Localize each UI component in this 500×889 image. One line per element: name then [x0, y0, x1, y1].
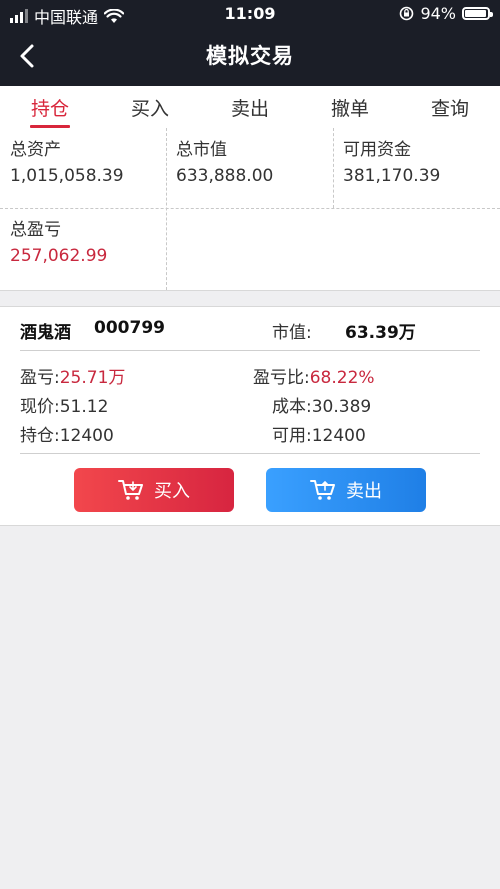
- available-row: 可用:12400: [272, 421, 366, 446]
- position-market-value-label: 市值:: [272, 323, 312, 343]
- cart-icon: [310, 480, 335, 500]
- sell-button-label: 卖出: [346, 481, 382, 502]
- stock-code: 000799: [94, 318, 165, 338]
- battery-level: [465, 10, 486, 17]
- cost-label: 成本:: [272, 397, 312, 417]
- holding-row: 持仓:12400: [20, 421, 114, 446]
- market-value-value: 633,888.00: [176, 166, 274, 186]
- price-value: 51.12: [59, 397, 109, 417]
- grid-divider: [166, 128, 167, 290]
- grid-divider: [0, 208, 500, 209]
- divider: [20, 453, 480, 454]
- tab-query[interactable]: 查询: [410, 94, 490, 121]
- status-bar: 中国联通 11:09 94%: [0, 0, 500, 28]
- pnl-value: 25.71万: [59, 368, 126, 388]
- total-pnl-cell: 总盈亏 257,062.99: [0, 208, 166, 290]
- available-funds-cell: 可用资金 381,170.39: [333, 128, 500, 208]
- status-right: 94%: [399, 4, 493, 23]
- buy-button[interactable]: 买入: [74, 468, 234, 512]
- tab-sell[interactable]: 卖出: [210, 94, 290, 121]
- account-summary: 总资产 1,015,058.39 总市值 633,888.00 可用资金 381…: [0, 128, 500, 291]
- pnl-ratio-row: 盈亏比:68.22%: [253, 363, 375, 388]
- total-pnl-label: 总盈亏: [10, 220, 61, 240]
- available-funds-value: 381,170.39: [343, 166, 441, 186]
- available-value: 12400: [311, 426, 366, 446]
- holding-value: 12400: [59, 426, 114, 446]
- tab-cancel[interactable]: 撤单: [310, 94, 390, 121]
- position-market-value: 63.39万: [345, 323, 416, 343]
- battery-icon: [462, 7, 493, 20]
- price-label: 现价:: [20, 397, 60, 417]
- total-assets-cell: 总资产 1,015,058.39: [0, 128, 166, 208]
- grid-divider: [333, 128, 334, 208]
- total-assets-label: 总资产: [10, 140, 61, 160]
- orientation-lock-icon: [400, 6, 414, 21]
- stock-name: 酒鬼酒: [20, 323, 71, 343]
- available-label: 可用:: [272, 426, 312, 446]
- pnl-ratio-label: 盈亏比:: [253, 368, 310, 388]
- holding-label: 持仓:: [20, 426, 60, 446]
- market-value-cell: 总市值 633,888.00: [166, 128, 333, 208]
- tab-holdings[interactable]: 持仓: [10, 94, 90, 121]
- cost-value: 30.389: [311, 397, 372, 417]
- pnl-ratio-value: 68.22%: [309, 368, 375, 388]
- page-title: 模拟交易: [206, 44, 294, 68]
- sell-button[interactable]: 卖出: [266, 468, 426, 512]
- buy-button-label: 买入: [154, 481, 190, 502]
- cost-row: 成本:30.389: [272, 392, 371, 417]
- tab-bar: 持仓 买入 卖出 撤单 查询: [0, 86, 500, 128]
- top-bar: 中国联通 11:09 94% 模拟交易: [0, 0, 500, 86]
- position-card[interactable]: 酒鬼酒 000799 市值: 63.39万 盈亏:25.71万 盈亏比:68.2…: [0, 306, 500, 526]
- pnl-row: 盈亏:25.71万: [20, 363, 125, 388]
- price-row: 现价:51.12: [20, 392, 108, 417]
- battery-percent: 94%: [420, 4, 456, 23]
- total-pnl-value: 257,062.99: [10, 246, 108, 266]
- market-value-label: 总市值: [176, 140, 227, 160]
- cart-icon: [118, 480, 143, 500]
- available-funds-label: 可用资金: [343, 140, 411, 160]
- pnl-label: 盈亏:: [20, 368, 60, 388]
- total-assets-value: 1,015,058.39: [10, 166, 124, 186]
- divider: [20, 350, 480, 351]
- tab-buy[interactable]: 买入: [110, 94, 190, 121]
